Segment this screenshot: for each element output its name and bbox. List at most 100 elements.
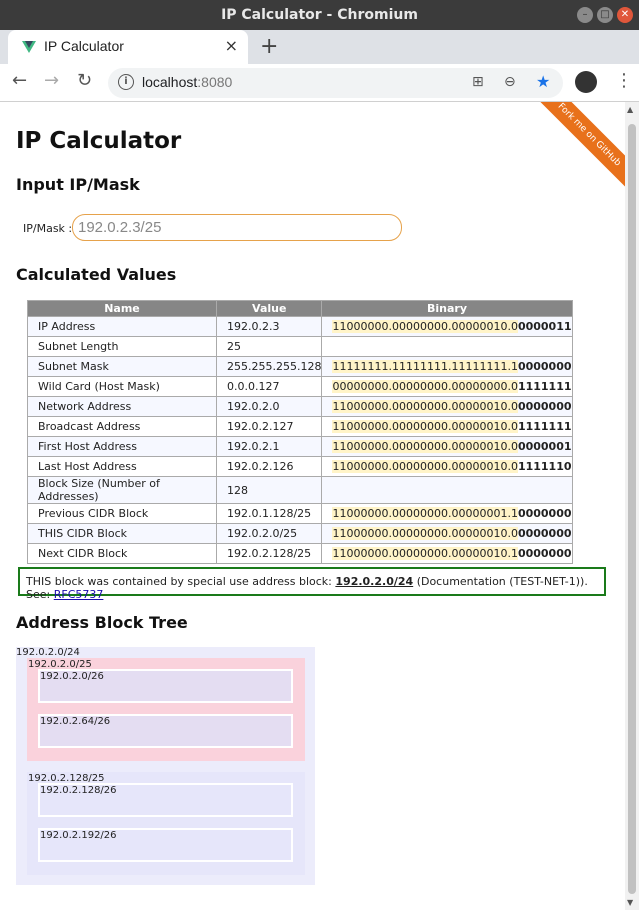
table-row: Wild Card (Host Mask) 0.0.0.127 00000000.0… [27, 376, 573, 397]
table-row: Block Size (Number of Addresses) 128 [27, 476, 573, 504]
scroll-up-icon[interactable]: ▲ [627, 105, 633, 114]
window-title: IP Calculator - Chromium [221, 7, 418, 23]
cell-value: 255.255.255.128 [215, 356, 323, 377]
cell-name: Last Host Address [27, 456, 217, 477]
table-row: IP Address 192.0.2.3 11000000.00000000.000… [27, 316, 573, 337]
table-row: Broadcast Address 192.0.2.127 11000000.000… [27, 416, 573, 437]
block-leaf-label: 192.0.2.0/26 [40, 671, 104, 682]
cell-name: Network Address [27, 396, 217, 417]
binary-network-bits: 11000000.00000000.00000010.0 [332, 440, 518, 453]
binary-host-bits: 0000011 [517, 320, 572, 333]
binary-host-bits: 1111111 [517, 420, 572, 433]
window-titlebar: IP Calculator - Chromium – □ ✕ [0, 0, 639, 30]
cell-binary: 11000000.00000000.00000010.00000000 [321, 523, 573, 544]
translate-icon[interactable]: ⊞ [472, 74, 484, 90]
binary-network-bits: 11000000.00000000.00000010.0 [332, 320, 518, 333]
cell-binary: 11000000.00000000.00000010.10000000 [321, 543, 573, 564]
binary-network-bits: 00000000.00000000.00000000.0 [332, 380, 518, 393]
binary-host-bits: 1111111 [517, 380, 572, 393]
cell-name: THIS CIDR Block [27, 523, 217, 544]
cell-value: 0.0.0.127 [215, 376, 323, 397]
cell-value: 192.0.2.1 [215, 436, 323, 457]
block-leaf-label: 192.0.2.192/26 [40, 830, 117, 841]
vue-logo-icon [22, 41, 36, 53]
cell-binary: 11111111.11111111.11111111.10000000 [321, 356, 573, 377]
rfc-link[interactable]: RFC5737 [54, 588, 104, 601]
cell-name: Subnet Mask [27, 356, 217, 377]
cell-value: 192.0.2.128/25 [215, 543, 323, 564]
cell-name: IP Address [27, 316, 217, 337]
cell-value: 128 [215, 476, 323, 504]
scrollbar-thumb[interactable] [628, 124, 636, 894]
zoom-out-icon[interactable]: ⊖ [504, 74, 516, 90]
table-row: Last Host Address 192.0.2.126 11000000.000… [27, 456, 573, 477]
binary-host-bits: 0000000 [517, 547, 572, 560]
calc-heading: Calculated Values [16, 265, 177, 284]
binary-network-bits: 11000000.00000000.00000010.0 [332, 527, 518, 540]
page-title: IP Calculator [16, 128, 182, 154]
binary-host-bits: 0000001 [517, 440, 572, 453]
reload-icon[interactable]: ↻ [77, 70, 92, 91]
table-row: Network Address 192.0.2.0 11000000.0000000… [27, 396, 573, 417]
special-block-notice: THIS block was contained by special use … [18, 567, 606, 601]
maximize-icon[interactable]: □ [597, 7, 613, 23]
calculated-values-table: Name Value Binary IP Address 192.0.2.3 110… [27, 300, 573, 564]
table-row: First Host Address 192.0.2.1 11000000.0000… [27, 436, 573, 457]
new-tab-icon[interactable]: + [260, 34, 278, 59]
cell-value: 25 [215, 336, 323, 357]
scrollbar[interactable]: ▲ ▼ [625, 102, 639, 910]
close-window-icon[interactable]: ✕ [617, 7, 633, 23]
binary-host-bits: 0000000 [517, 360, 572, 373]
binary-host-bits: 0000000 [517, 507, 572, 520]
binary-network-bits: 11111111.11111111.11111111.1 [332, 360, 518, 373]
table-row: THIS CIDR Block 192.0.2.0/25 11000000.0000… [27, 523, 573, 544]
profile-avatar[interactable] [575, 71, 597, 93]
binary-network-bits: 11000000.00000000.00000010.1 [332, 547, 518, 560]
site-info-icon[interactable]: i [118, 74, 134, 90]
github-ribbon-text[interactable]: Fork me on GitHub [535, 102, 625, 192]
cell-name: Previous CIDR Block [27, 503, 217, 524]
special-block-address: 192.0.2.0/24 [335, 575, 414, 588]
bookmark-star-icon[interactable]: ★ [536, 72, 550, 91]
tab-close-icon[interactable]: × [225, 36, 238, 55]
cell-binary [321, 476, 573, 504]
cell-value: 192.0.2.0 [215, 396, 323, 417]
table-row: Next CIDR Block 192.0.2.128/25 11000000.00… [27, 543, 573, 564]
minimize-icon[interactable]: – [577, 7, 593, 23]
tab-strip: IP Calculator × + [0, 30, 639, 64]
back-icon[interactable]: ← [12, 70, 27, 91]
cell-binary: 11000000.00000000.00000010.00000001 [321, 436, 573, 457]
cell-binary [321, 336, 573, 357]
menu-icon[interactable]: ⋮ [615, 70, 633, 91]
tree-heading: Address Block Tree [16, 613, 188, 632]
forward-icon[interactable]: → [44, 70, 59, 91]
cell-binary: 11000000.00000000.00000001.10000000 [321, 503, 573, 524]
cell-value: 192.0.1.128/25 [215, 503, 323, 524]
tab-ip-calculator[interactable]: IP Calculator × [8, 30, 248, 64]
table-header-row: Name Value Binary [27, 300, 573, 317]
binary-network-bits: 11000000.00000000.00000010.0 [332, 420, 518, 433]
binary-host-bits: 1111110 [517, 460, 572, 473]
cell-name: Block Size (Number of Addresses) [27, 476, 217, 504]
cell-name: Wild Card (Host Mask) [27, 376, 217, 397]
address-bar[interactable]: i localhost:8080 ⊞ ⊖ ★ [108, 68, 563, 98]
cell-name: Next CIDR Block [27, 543, 217, 564]
cell-value: 192.0.2.0/25 [215, 523, 323, 544]
browser-toolbar: ← → ↻ i localhost:8080 ⊞ ⊖ ★ ⋮ [0, 64, 639, 102]
block-leaf-label: 192.0.2.128/26 [40, 785, 117, 796]
cell-value: 192.0.2.3 [215, 316, 323, 337]
cell-binary: 00000000.00000000.00000000.01111111 [321, 376, 573, 397]
page-content: Fork me on GitHub IP Calculator Input IP… [0, 102, 625, 910]
header-value: Value [215, 300, 323, 317]
input-heading: Input IP/Mask [16, 175, 140, 194]
scroll-down-icon[interactable]: ▼ [627, 898, 633, 907]
cell-name: Subnet Length [27, 336, 217, 357]
cell-binary: 11000000.00000000.00000010.01111110 [321, 456, 573, 477]
binary-host-bits: 0000000 [517, 400, 572, 413]
cell-value: 192.0.2.127 [215, 416, 323, 437]
ip-mask-input[interactable] [72, 214, 402, 241]
github-ribbon[interactable]: Fork me on GitHub [535, 102, 625, 192]
cell-binary: 11000000.00000000.00000010.00000000 [321, 396, 573, 417]
binary-network-bits: 11000000.00000000.00000001.1 [332, 507, 518, 520]
table-row: Subnet Mask 255.255.255.128 11111111.11111… [27, 356, 573, 377]
